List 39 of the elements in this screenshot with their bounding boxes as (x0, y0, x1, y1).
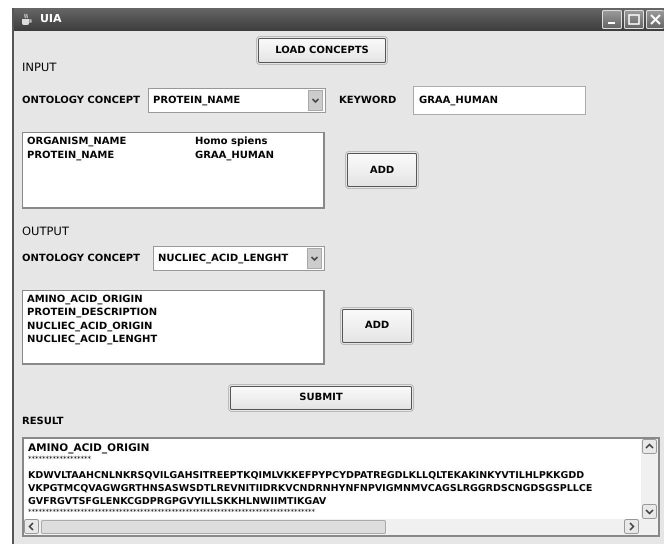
field-label: ONTOLOGY CONCEPT (22, 252, 141, 266)
result-title: AMINO_ACID_ORIGIN (28, 440, 150, 456)
list-item: NUCLIEC_ACID_LENGHT (27, 333, 158, 346)
concept-dropdown[interactable]: NUCLIEC_ACID_LENGHT (153, 246, 325, 270)
section-heading: OUTPUT (22, 223, 69, 240)
sequence-line: GVFRGVTSFGLENKCGDPRGPGVYILLSKKHLNWIIMTIKGAV (28, 495, 326, 508)
close-button[interactable] (646, 10, 664, 29)
coffee-cup-icon (20, 13, 32, 26)
list-item: AMINO_ACID_ORIGIN (27, 292, 144, 306)
vertical-scrollbar[interactable] (641, 438, 658, 518)
input-list[interactable]: ORGANISM_NAME Homo spiens PROTEIN_NAME GRAA_HUMAN (22, 132, 325, 210)
output-list[interactable]: AMINO_ACID_ORIGIN PROTEIN_DESCRIPTION NUCLIEC_ACID_ORIGIN NUCLIEC_ACID_LENGHT (22, 290, 325, 364)
submit-button[interactable]: SUBMIT (230, 386, 412, 410)
result-text-area[interactable] (22, 436, 660, 536)
list-item-name: PROTEIN_NAME (27, 148, 116, 162)
window-title: UIA (40, 11, 62, 28)
sequence-line: VKPGTMCQVAGWGRTHNSASWSDTLREVNITIIDRKVCNDRNHYNFNPVIGMNMVCAGSLRGGRDSCNGDSGSPLLCE (28, 482, 592, 496)
list-item: PROTEIN_DESCRIPTION (27, 306, 158, 320)
list-item-value: GRAA_HUMAN (195, 148, 274, 162)
keyword-field[interactable]: GRAA_HUMAN (413, 86, 586, 116)
minimize-icon (608, 22, 615, 24)
sequence-line: KDWVLTAAHCNLNKRSQVILGAHSITREEPTKQIMLVKKEFPYPCYDPATREGDLKLLQLTEKAKINKYVTILHLPKKGDD (28, 468, 584, 482)
horizontal-scrollbar[interactable] (24, 518, 658, 534)
minimize-button[interactable] (602, 10, 622, 29)
add-button[interactable]: ADD (342, 308, 412, 342)
concept-dropdown[interactable]: PROTEIN_NAME (148, 88, 326, 114)
field-label: ONTOLOGY CONCEPT (22, 94, 141, 108)
chevron-down-icon (307, 248, 322, 268)
field-label: KEYWORD (339, 94, 398, 108)
list-item: NUCLIEC_ACID_ORIGIN (27, 320, 154, 333)
scrollbar-thumb[interactable] (41, 520, 386, 534)
add-button[interactable]: ADD (347, 153, 417, 188)
section-heading: INPUT (22, 59, 56, 76)
maximize-button[interactable] (624, 10, 644, 29)
chevron-down-icon (308, 90, 323, 112)
list-item-value: Homo spiens (195, 135, 268, 149)
list-item-name: ORGANISM_NAME (27, 135, 128, 149)
section-heading: RESULT (22, 414, 64, 428)
load-concepts-button[interactable]: LOAD CONCEPTS (258, 38, 386, 63)
